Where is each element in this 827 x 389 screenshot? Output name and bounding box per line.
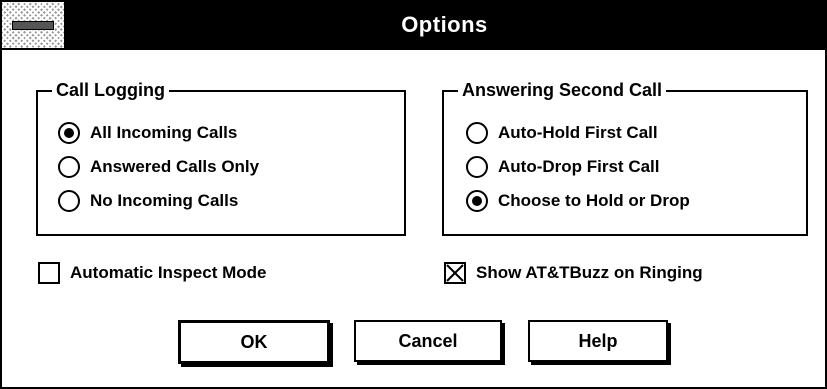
checkbox-unchecked-icon [38, 262, 60, 284]
radio-label: No Incoming Calls [90, 191, 239, 210]
radio-unselected-icon [466, 156, 488, 178]
checkbox-label: Automatic Inspect Mode [70, 263, 267, 282]
radio-label: All Incoming Calls [90, 123, 238, 142]
call-logging-group: Call Logging All Incoming Calls Answered… [36, 78, 406, 236]
radio-no-incoming-calls[interactable]: No Incoming Calls [58, 190, 238, 212]
options-dialog: Options Call Logging All Incoming Calls … [0, 0, 827, 389]
automatic-inspect-mode-checkbox[interactable]: Automatic Inspect Mode [38, 262, 266, 284]
radio-label: Answered Calls Only [90, 157, 260, 176]
system-menu-bar-glyph [12, 21, 54, 30]
radio-label: Choose to Hold or Drop [498, 191, 690, 210]
radio-unselected-icon [58, 156, 80, 178]
radio-all-incoming-calls[interactable]: All Incoming Calls [58, 122, 237, 144]
help-button[interactable]: Help [528, 320, 668, 362]
system-menu-icon[interactable] [2, 2, 66, 48]
radio-label: Auto-Drop First Call [498, 157, 660, 176]
checkbox-label: Show AT&TBuzz on Ringing [476, 263, 703, 282]
title-bar: Options [2, 2, 825, 50]
radio-selected-icon [58, 122, 80, 144]
radio-auto-drop-first-call[interactable]: Auto-Drop First Call [466, 156, 660, 178]
show-attbuzz-checkbox[interactable]: Show AT&TBuzz on Ringing [444, 262, 703, 284]
checkbox-checked-icon [444, 262, 466, 284]
radio-unselected-icon [58, 190, 80, 212]
ok-button[interactable]: OK [178, 320, 330, 364]
answering-second-call-group: Answering Second Call Auto-Hold First Ca… [442, 78, 808, 236]
cancel-button[interactable]: Cancel [354, 320, 502, 362]
window-title: Options [401, 12, 488, 37]
radio-unselected-icon [466, 122, 488, 144]
radio-auto-hold-first-call[interactable]: Auto-Hold First Call [466, 122, 658, 144]
radio-answered-calls-only[interactable]: Answered Calls Only [58, 156, 259, 178]
radio-choose-to-hold-or-drop[interactable]: Choose to Hold or Drop [466, 190, 690, 212]
radio-selected-icon [466, 190, 488, 212]
answering-second-call-label: Answering Second Call [458, 78, 667, 102]
radio-label: Auto-Hold First Call [498, 123, 658, 142]
call-logging-label: Call Logging [52, 78, 169, 102]
